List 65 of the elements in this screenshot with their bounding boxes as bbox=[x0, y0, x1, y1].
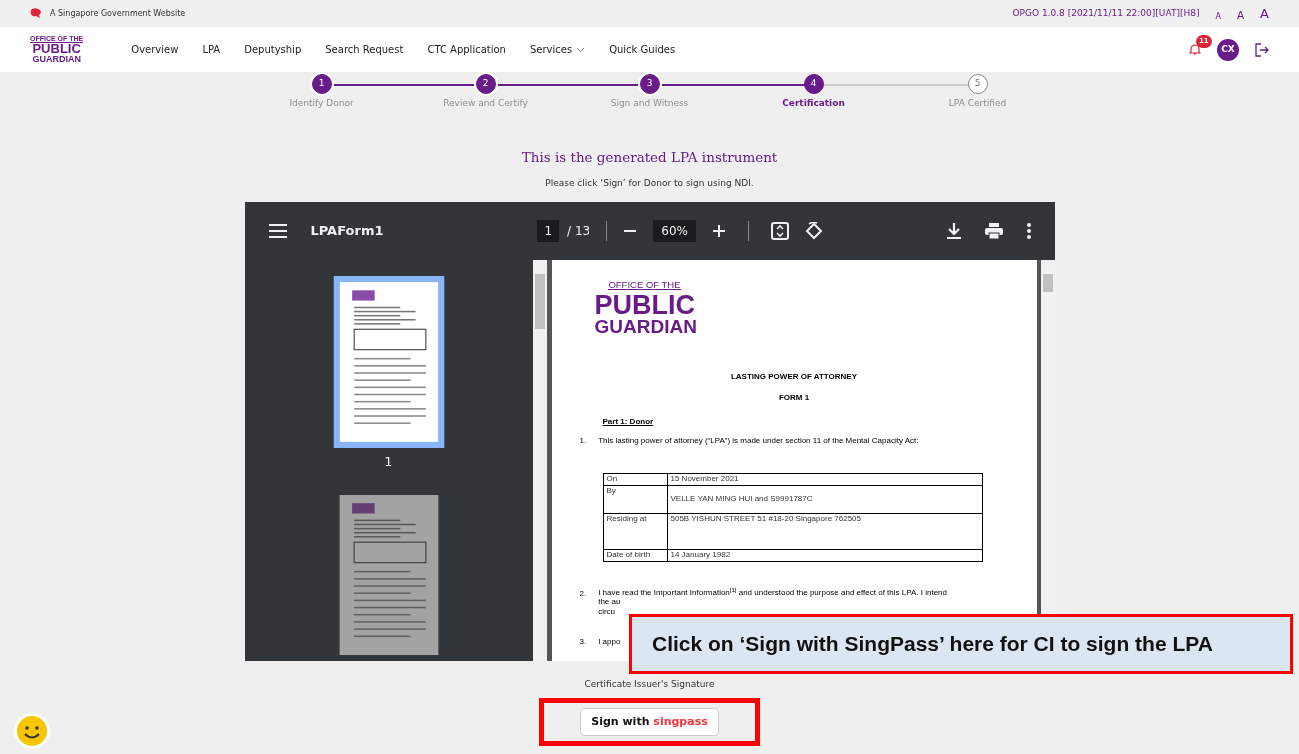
zoom-field[interactable]: 60% bbox=[653, 219, 696, 242]
page-heading: This is the generated LPA instrument bbox=[520, 147, 779, 167]
nav-link[interactable]: Quick Guides bbox=[609, 42, 676, 57]
logo-caption: OFFICE OF THE bbox=[608, 280, 681, 291]
page-number-field[interactable]: 1 bbox=[537, 219, 560, 242]
logo-text: PUBLIC bbox=[594, 293, 695, 318]
nav-link[interactable]: Deputyship bbox=[244, 42, 302, 57]
table-cell: 15 November 2021 bbox=[667, 473, 982, 486]
sign-with-singpass-button[interactable]: Sign with singpass bbox=[580, 707, 719, 737]
table-cell: 14 January 1982 bbox=[667, 549, 982, 562]
smiley-chat-icon[interactable] bbox=[13, 712, 51, 750]
zoom-in-icon[interactable] bbox=[711, 223, 726, 238]
logout-icon[interactable] bbox=[1255, 42, 1269, 57]
download-icon[interactable] bbox=[946, 222, 961, 239]
nav-link[interactable]: LPA bbox=[202, 42, 221, 57]
form-number: FORM 1 bbox=[777, 391, 811, 404]
table-cell: 505B YISHUN STREET 51 #18-20 Singapore 762505 bbox=[667, 513, 982, 550]
document-text: the au bbox=[598, 597, 622, 607]
step-number: 3 bbox=[639, 74, 660, 94]
scrollbar-thumb[interactable] bbox=[534, 273, 545, 329]
list-number: 1. bbox=[579, 435, 587, 448]
instruction-text: Please click ‘Sign’ for Donor to sign using NDI. bbox=[544, 176, 755, 190]
user-avatar[interactable]: CX bbox=[1217, 38, 1239, 61]
table-cell: Date of birth bbox=[603, 549, 667, 562]
thumbnail-page-number: 1 bbox=[384, 452, 393, 471]
scrollbar[interactable] bbox=[532, 259, 547, 662]
document-text: This lasting power of attorney (“LPA”) is made under section 11 of the Mental Capacity Act: bbox=[598, 435, 919, 448]
step-number: 5 bbox=[967, 74, 988, 94]
step-label[interactable]: Certification bbox=[782, 97, 845, 111]
step-number: 4 bbox=[803, 74, 824, 94]
gov-banner-text: A Singapore Government Website bbox=[50, 7, 186, 20]
menu-icon[interactable] bbox=[268, 223, 287, 238]
print-icon[interactable] bbox=[984, 222, 1003, 239]
list-number: 3. bbox=[579, 635, 587, 648]
nav-link[interactable]: Search Request bbox=[325, 42, 404, 57]
list-number: 2. bbox=[579, 588, 587, 601]
step-number: 2 bbox=[475, 74, 496, 94]
document-text: I have read the Important Information$^{[1]}$ and understood the purpose and effect of this LPA. I intend bbox=[598, 588, 947, 598]
section-heading: Part 1: Donor bbox=[602, 416, 654, 426]
signature-label: Certificate Issuer's Signature bbox=[584, 678, 715, 692]
nav-link[interactable]: Overview bbox=[131, 42, 179, 57]
font-size-button[interactable]: A bbox=[1236, 7, 1245, 24]
nav-link[interactable]: CTC Application bbox=[427, 42, 506, 57]
more-options-icon[interactable] bbox=[1026, 222, 1031, 239]
font-size-button[interactable]: A bbox=[1215, 11, 1221, 24]
rotate-icon[interactable] bbox=[804, 221, 823, 240]
document-text: circu bbox=[598, 606, 617, 616]
scrollbar-thumb[interactable] bbox=[1042, 273, 1053, 292]
font-size-button[interactable]: A bbox=[1260, 3, 1269, 24]
page-count: / 13 bbox=[567, 222, 591, 240]
document-text: I appo bbox=[598, 635, 621, 648]
document-title: LPAForm1 bbox=[310, 222, 384, 241]
nav-link[interactable]: Services bbox=[529, 42, 586, 57]
table-cell: By bbox=[603, 485, 667, 514]
table-cell: On bbox=[603, 473, 667, 486]
caret-icon[interactable] bbox=[576, 46, 586, 53]
step-number: 1 bbox=[311, 74, 332, 94]
version-text: OPGO 1.0.8 [2021/11/11 22:00][UAT][H8] bbox=[1012, 6, 1200, 20]
fit-page-icon[interactable] bbox=[770, 221, 789, 240]
table-cell: Residing at bbox=[603, 513, 667, 550]
logo-text: GUARDIAN bbox=[594, 317, 695, 335]
instruction-tooltip: Click on ‘Sign with SingPass’ here for CI to sign the LPA bbox=[629, 614, 1293, 674]
notification-bell-icon[interactable] bbox=[1189, 42, 1201, 56]
document-title: LASTING POWER OF ATTORNEY bbox=[729, 370, 859, 383]
table-cell: VELLE YAN MING HUI and S9991787C bbox=[667, 485, 982, 514]
